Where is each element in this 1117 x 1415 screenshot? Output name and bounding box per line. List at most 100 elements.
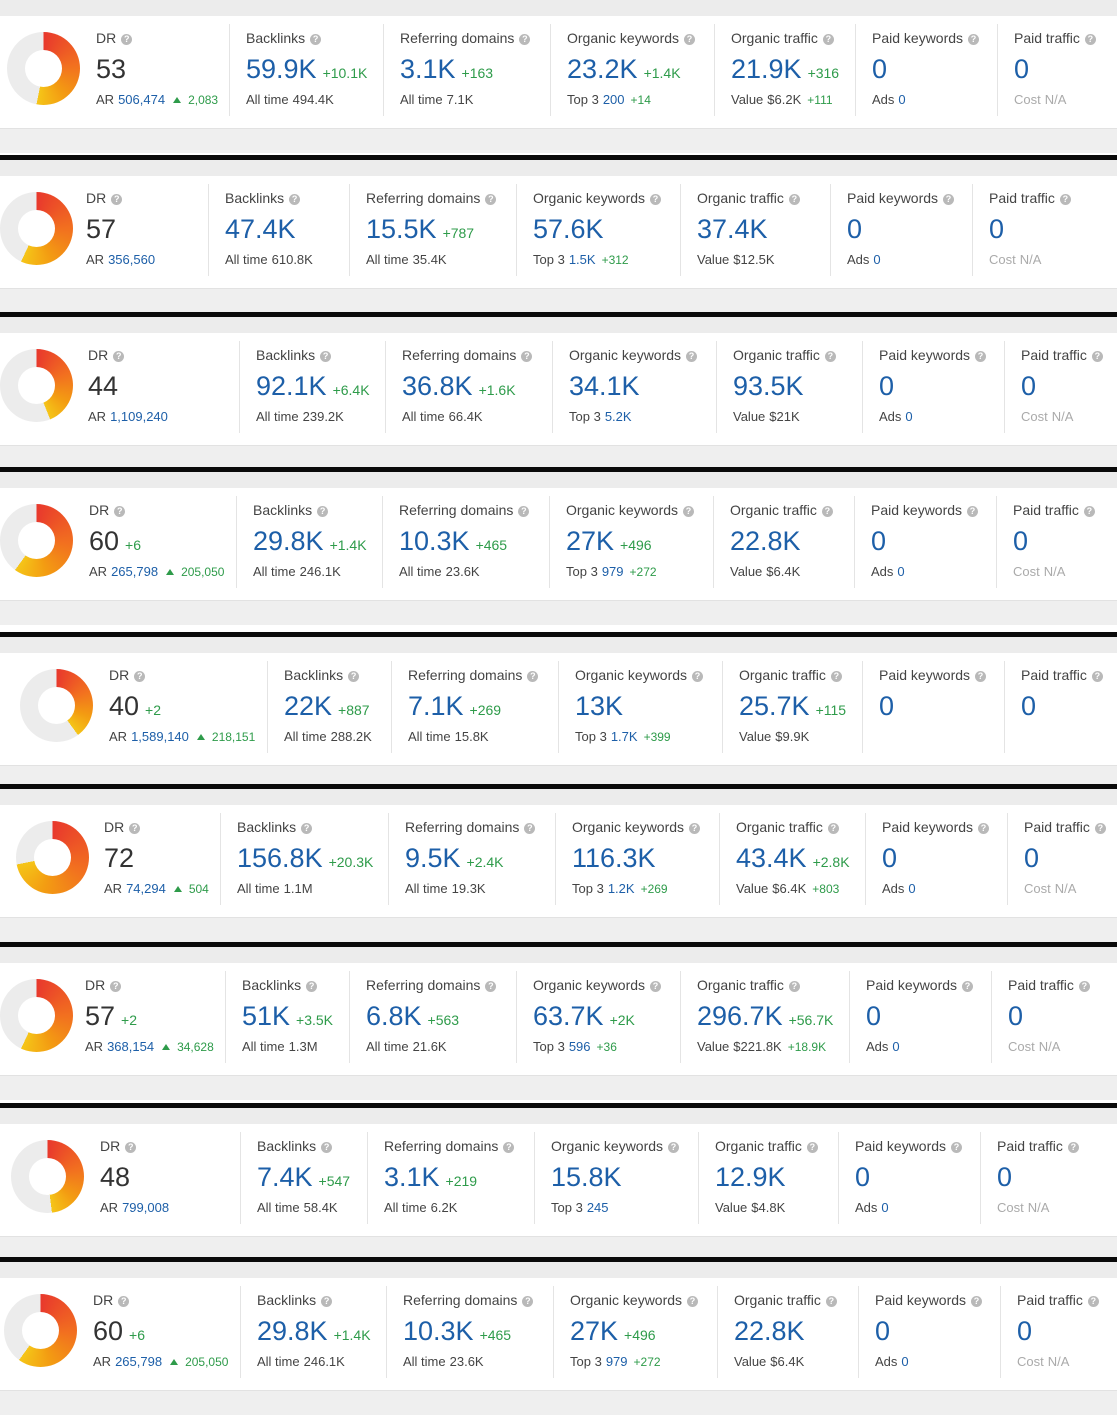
help-icon[interactable]: ? <box>825 1296 837 1307</box>
organic-keywords[interactable]: 34.1K <box>569 371 640 402</box>
backlinks[interactable]: 47.4K <box>225 214 296 245</box>
help-icon[interactable]: ? <box>1087 1296 1099 1307</box>
paid-keywords[interactable]: 0 <box>875 1316 890 1347</box>
help-icon[interactable]: ? <box>348 671 360 682</box>
help-icon[interactable]: ? <box>518 506 530 517</box>
help-icon[interactable]: ? <box>822 34 834 45</box>
subline-value[interactable]: 506,474 <box>118 92 165 107</box>
subline-value[interactable]: 0 <box>892 1039 899 1054</box>
help-icon[interactable]: ? <box>830 671 842 682</box>
help-icon[interactable]: ? <box>485 981 497 992</box>
backlinks[interactable]: 7.4K +547 <box>257 1162 350 1193</box>
paid-traffic[interactable]: 0 <box>1024 843 1039 874</box>
paid-keywords[interactable]: 0 <box>847 214 862 245</box>
organic-keywords[interactable]: 116.3K <box>572 843 656 874</box>
paid-keywords[interactable]: 0 <box>882 843 897 874</box>
referring-domains[interactable]: 3.1K +219 <box>384 1162 477 1193</box>
organic-traffic[interactable]: 296.7K +56.7K <box>697 1001 833 1032</box>
subline-value[interactable]: 799,008 <box>122 1200 169 1215</box>
subline-value[interactable]: 979 <box>606 1354 628 1369</box>
backlinks[interactable]: 51K +3.5K <box>242 1001 333 1032</box>
help-icon[interactable]: ? <box>821 506 833 517</box>
referring-domains[interactable]: 9.5K +2.4K <box>405 843 504 874</box>
subline-value[interactable]: 265,798 <box>111 564 158 579</box>
help-icon[interactable]: ? <box>306 981 318 992</box>
help-icon[interactable]: ? <box>129 823 141 834</box>
help-icon[interactable]: ? <box>1078 981 1090 992</box>
help-icon[interactable]: ? <box>827 823 839 834</box>
backlinks[interactable]: 92.1K +6.4K <box>256 371 370 402</box>
help-icon[interactable]: ? <box>686 351 698 362</box>
help-icon[interactable]: ? <box>788 981 800 992</box>
help-icon[interactable]: ? <box>650 194 662 205</box>
organic-traffic[interactable]: 93.5K <box>733 371 804 402</box>
backlinks[interactable]: 29.8K +1.4K <box>257 1316 371 1347</box>
organic-keywords[interactable]: 57.6K <box>533 214 604 245</box>
help-icon[interactable]: ? <box>321 1142 333 1153</box>
subline-value[interactable]: 5.2K <box>605 409 632 424</box>
subline-value[interactable]: 1,109,240 <box>110 409 168 424</box>
help-icon[interactable]: ? <box>687 1296 699 1307</box>
help-icon[interactable]: ? <box>289 194 301 205</box>
subline-value[interactable]: 1.5K <box>569 252 596 267</box>
referring-domains[interactable]: 36.8K +1.6K <box>402 371 516 402</box>
help-icon[interactable]: ? <box>519 34 531 45</box>
subline-value[interactable]: 245 <box>587 1200 609 1215</box>
help-icon[interactable]: ? <box>683 506 695 517</box>
help-icon[interactable]: ? <box>524 823 536 834</box>
subline-value[interactable]: 1,589,140 <box>131 729 189 744</box>
help-icon[interactable]: ? <box>317 506 329 517</box>
paid-traffic[interactable]: 0 <box>1021 371 1036 402</box>
organic-traffic[interactable]: 37.4K <box>697 214 768 245</box>
paid-traffic[interactable]: 0 <box>1021 691 1036 722</box>
organic-traffic[interactable]: 22.8K <box>730 526 801 557</box>
help-icon[interactable]: ? <box>521 351 533 362</box>
help-icon[interactable]: ? <box>971 1296 983 1307</box>
help-icon[interactable]: ? <box>650 981 662 992</box>
help-icon[interactable]: ? <box>321 1296 333 1307</box>
subline-value[interactable]: 0 <box>898 92 905 107</box>
organic-traffic[interactable]: 22.8K <box>734 1316 805 1347</box>
organic-traffic[interactable]: 21.9K +316 <box>731 54 839 85</box>
help-icon[interactable]: ? <box>522 1296 534 1307</box>
subline-value[interactable]: 0 <box>873 252 880 267</box>
help-icon[interactable]: ? <box>121 34 133 45</box>
backlinks[interactable]: 29.8K +1.4K <box>253 526 367 557</box>
help-icon[interactable]: ? <box>1059 194 1071 205</box>
subline-value[interactable]: 1.7K <box>611 729 638 744</box>
organic-keywords[interactable]: 27K +496 <box>570 1316 656 1347</box>
organic-keywords[interactable]: 15.8K <box>551 1162 622 1193</box>
paid-traffic[interactable]: 0 <box>1014 54 1029 85</box>
help-icon[interactable]: ? <box>125 1142 137 1153</box>
help-icon[interactable]: ? <box>118 1296 130 1307</box>
subline-value[interactable]: 200 <box>603 92 625 107</box>
backlinks[interactable]: 22K +887 <box>284 691 370 722</box>
paid-traffic[interactable]: 0 <box>997 1162 1012 1193</box>
help-icon[interactable]: ? <box>975 351 987 362</box>
help-icon[interactable]: ? <box>1067 1142 1079 1153</box>
help-icon[interactable]: ? <box>943 194 955 205</box>
paid-keywords[interactable]: 0 <box>855 1162 870 1193</box>
organic-traffic[interactable]: 43.4K +2.8K <box>736 843 850 874</box>
help-icon[interactable]: ? <box>967 506 979 517</box>
help-icon[interactable]: ? <box>527 671 539 682</box>
subline-value[interactable]: 596 <box>569 1039 591 1054</box>
organic-keywords[interactable]: 23.2K +1.4K <box>567 54 681 85</box>
help-icon[interactable]: ? <box>978 823 990 834</box>
help-icon[interactable]: ? <box>1083 506 1095 517</box>
help-icon[interactable]: ? <box>684 34 696 45</box>
help-icon[interactable]: ? <box>1091 351 1103 362</box>
help-icon[interactable]: ? <box>689 823 701 834</box>
help-icon[interactable]: ? <box>110 981 122 992</box>
help-icon[interactable]: ? <box>975 671 987 682</box>
paid-traffic[interactable]: 0 <box>1017 1316 1032 1347</box>
help-icon[interactable]: ? <box>320 351 332 362</box>
subline-value[interactable]: 0 <box>881 1200 888 1215</box>
paid-traffic[interactable]: 0 <box>1013 526 1028 557</box>
help-icon[interactable]: ? <box>824 351 836 362</box>
paid-traffic[interactable]: 0 <box>989 214 1004 245</box>
subline-value[interactable]: 1.2K <box>608 881 635 896</box>
organic-keywords[interactable]: 63.7K +2K <box>533 1001 635 1032</box>
help-icon[interactable]: ? <box>806 1142 818 1153</box>
help-icon[interactable]: ? <box>692 671 704 682</box>
